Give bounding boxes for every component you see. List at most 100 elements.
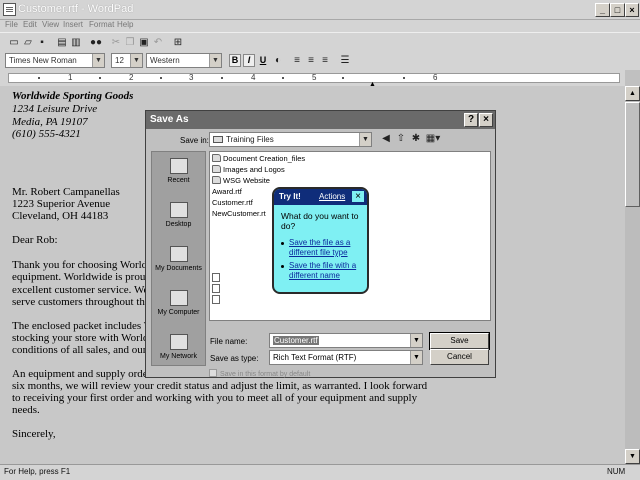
chevron-down-icon[interactable]: ▼ <box>410 351 422 364</box>
find-binoculars-icon[interactable]: ●● <box>90 37 102 49</box>
window-title: Customer.rtf - WordPad <box>18 3 134 15</box>
new-folder-icon[interactable]: ✱ <box>410 133 422 145</box>
scroll-thumb[interactable] <box>625 102 640 207</box>
print-icon[interactable]: ▤ <box>56 37 68 49</box>
menu-bar: File Edit View Insert Format Help <box>0 20 640 32</box>
ruler-mark: 4 <box>251 73 256 82</box>
chevron-down-icon[interactable]: ▼ <box>92 54 104 67</box>
file-item[interactable]: Customer.rtf <box>212 198 253 293</box>
menu-file[interactable]: File <box>5 20 18 29</box>
option-link[interactable]: Save the file as a different file type <box>289 238 367 258</box>
dialog-title-bar: Save As ? × <box>146 111 495 129</box>
vertical-scrollbar[interactable]: ▲ ▼ <box>625 86 640 464</box>
file-name-value: Customer.rtf <box>273 336 319 345</box>
my-computer-icon <box>169 290 188 306</box>
align-right-icon[interactable]: ≡ <box>319 55 331 67</box>
bullets-icon[interactable]: ☰ <box>339 55 351 67</box>
recipient-street: 1223 Superior Avenue <box>12 198 111 210</box>
back-icon[interactable]: ◀ <box>380 133 392 145</box>
place-my-documents[interactable]: My Documents <box>152 246 205 272</box>
letterhead-phone: (610) 555-4321 <box>12 128 81 140</box>
option-link[interactable]: Save the file with a different name <box>289 261 367 281</box>
dialog-close-button[interactable]: × <box>479 113 493 127</box>
places-bar: Recent Desktop My Documents My Computer … <box>151 151 206 366</box>
place-my-computer[interactable]: My Computer <box>152 290 205 316</box>
new-document-icon[interactable]: ▭ <box>8 37 20 49</box>
chevron-down-icon[interactable]: ▼ <box>209 54 221 67</box>
document-icon <box>212 273 220 282</box>
place-recent[interactable]: Recent <box>152 158 205 184</box>
undo-icon[interactable]: ↶ <box>152 37 164 49</box>
place-my-network[interactable]: My Network <box>152 334 205 360</box>
wordpad-app-icon <box>3 3 16 16</box>
views-menu-icon[interactable]: ▦▾ <box>425 133 441 145</box>
file-item[interactable]: Award.rtf <box>212 187 242 282</box>
copy-icon[interactable]: ❐ <box>124 37 136 49</box>
cancel-button[interactable]: Cancel <box>430 349 489 365</box>
minimize-button[interactable]: _ <box>595 3 610 17</box>
scroll-up-icon[interactable]: ▲ <box>625 86 640 101</box>
scroll-down-icon[interactable]: ▼ <box>625 449 640 464</box>
default-format-label: Save in this format by default <box>220 371 311 378</box>
underline-button[interactable]: U <box>257 54 269 67</box>
chevron-down-icon[interactable]: ▼ <box>359 133 371 146</box>
insert-object-icon[interactable]: ⊞ <box>172 37 184 49</box>
menu-help[interactable]: Help <box>117 20 133 29</box>
menu-format[interactable]: Format <box>89 20 114 29</box>
menu-edit[interactable]: Edit <box>23 20 37 29</box>
save-as-type-value: Rich Text Format (RTF) <box>273 353 357 362</box>
try-it-option-different-name[interactable]: Save the file with a different name <box>281 261 367 281</box>
chevron-down-icon[interactable]: ▼ <box>130 54 142 67</box>
open-folder-icon[interactable]: ▱ <box>22 37 34 49</box>
menu-insert[interactable]: Insert <box>63 20 83 29</box>
maximize-button[interactable]: □ <box>610 3 625 17</box>
save-disk-icon[interactable]: ▪ <box>36 37 48 49</box>
body-line: needs. <box>12 404 40 416</box>
font-size-value: 12 <box>115 56 124 65</box>
file-item[interactable]: Images and Logos <box>212 165 285 174</box>
save-as-type-label: Save as type: <box>210 354 259 363</box>
letterhead-street: 1234 Leisure Drive <box>12 103 98 115</box>
close-button[interactable]: × <box>625 3 639 17</box>
place-desktop[interactable]: Desktop <box>152 202 205 228</box>
document-icon <box>212 295 220 304</box>
save-in-dropdown[interactable]: Training Files ▼ <box>209 132 372 147</box>
file-item[interactable]: Document Creation_files <box>212 154 305 163</box>
ruler-dot <box>221 77 223 79</box>
close-icon[interactable]: × <box>351 190 365 203</box>
body-line: An equipment and supply order for <box>12 368 167 380</box>
recipient-city: Cleveland, OH 44183 <box>12 210 109 222</box>
up-folder-icon[interactable]: ⇧ <box>395 133 407 145</box>
menu-view[interactable]: View <box>42 20 59 29</box>
align-center-icon[interactable]: ≡ <box>305 55 317 67</box>
status-bar: For Help, press F1 NUM <box>0 464 640 480</box>
font-name-dropdown[interactable]: Times New Roman ▼ <box>5 53 105 68</box>
window-title-bar: Customer.rtf - WordPad _ □ × <box>0 0 640 20</box>
align-left-icon[interactable]: ≡ <box>291 55 303 67</box>
paste-icon[interactable]: ▣ <box>138 37 150 49</box>
print-preview-icon[interactable]: ▥ <box>70 37 82 49</box>
font-name-value: Times New Roman <box>9 56 77 65</box>
font-size-dropdown[interactable]: 12 ▼ <box>111 53 143 68</box>
dialog-help-button[interactable]: ? <box>464 113 478 127</box>
save-button[interactable]: Save <box>429 332 490 350</box>
script-dropdown[interactable]: Western ▼ <box>146 53 222 68</box>
bold-button[interactable]: B <box>229 54 241 67</box>
try-it-actions-link[interactable]: Actions <box>319 192 345 201</box>
color-palette-icon[interactable]: ◐ <box>272 55 284 67</box>
letterhead-company: Worldwide Sporting Goods <box>12 90 134 102</box>
chevron-down-icon[interactable]: ▼ <box>410 334 422 347</box>
file-item[interactable]: NewCustomer.rt <box>212 209 266 304</box>
script-value: Western <box>150 56 180 65</box>
default-format-checkbox[interactable]: Save in this format by default <box>209 369 310 378</box>
checkbox-icon[interactable] <box>209 369 217 377</box>
file-item[interactable]: WSG Website <box>212 176 270 185</box>
try-it-option-file-type[interactable]: Save the file as a different file type <box>281 238 367 258</box>
ruler-dot <box>99 77 101 79</box>
place-label: My Network <box>160 353 197 360</box>
save-as-type-dropdown[interactable]: Rich Text Format (RTF) ▼ <box>269 350 423 365</box>
italic-button[interactable]: I <box>243 54 255 67</box>
file-name-input[interactable]: Customer.rtf ▼ <box>269 333 423 348</box>
ruler[interactable]: 1 2 3 4 5 6 ▲ <box>0 70 625 88</box>
cut-icon[interactable]: ✂ <box>110 37 122 49</box>
